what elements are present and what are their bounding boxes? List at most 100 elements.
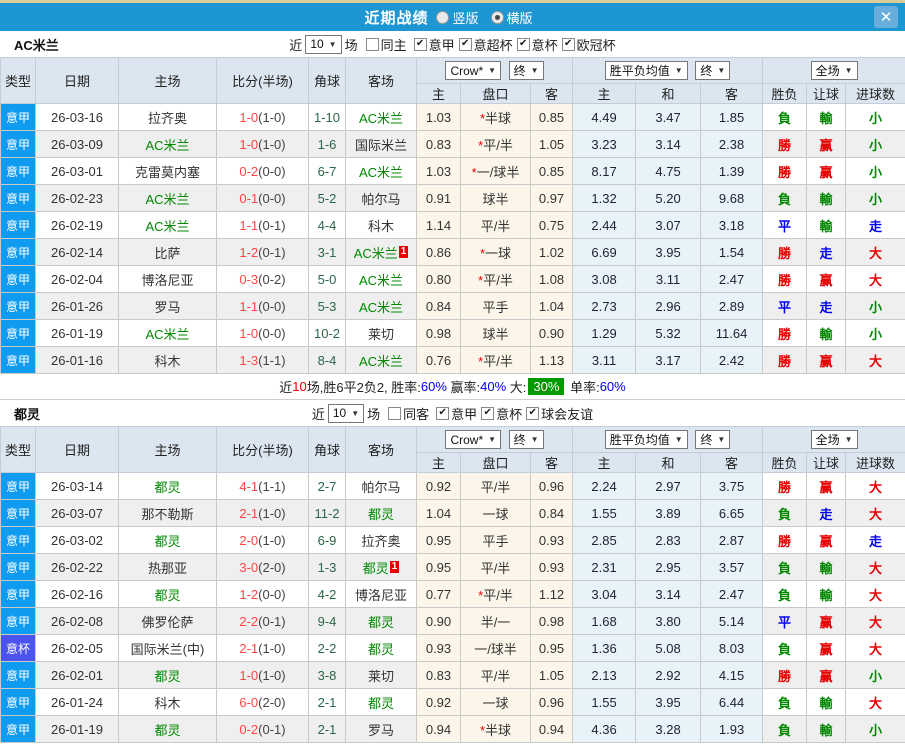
home-team-cell: 拉齐奥: [118, 103, 217, 131]
checkbox-icon[interactable]: [526, 406, 540, 420]
scope-select[interactable]: 全场 ▼: [810, 430, 858, 449]
col-goals: 进球数: [845, 452, 905, 473]
home-team-cell: AC米兰: [118, 130, 217, 158]
goals-result-cell: 大: [845, 265, 905, 293]
summary-part: 60%: [420, 379, 447, 394]
scope-select[interactable]: 全场 ▼: [810, 61, 858, 80]
col-result: 胜负: [762, 452, 808, 473]
away-team-cell: 拉齐奥: [345, 526, 417, 554]
avg-time-select[interactable]: 终 ▼: [695, 61, 731, 80]
avg-draw-cell: 4.75: [635, 157, 702, 185]
bookmaker-select[interactable]: Crow* ▼: [445, 430, 502, 450]
same-venue-checkbox[interactable]: 同主: [365, 35, 407, 54]
checkbox-icon[interactable]: [458, 37, 472, 51]
result-cell: 負: [762, 184, 808, 212]
home-team-cell: AC米兰: [118, 211, 217, 239]
home-odds-cell: 0.86: [416, 238, 461, 266]
checkbox-icon[interactable]: [481, 406, 495, 420]
competition-filter[interactable]: 意甲: [413, 35, 455, 54]
home-odds-cell: 0.80: [416, 265, 461, 293]
checkbox-icon[interactable]: [388, 406, 402, 420]
checkbox-icon[interactable]: [516, 37, 530, 51]
competition-filter[interactable]: 意超杯: [458, 35, 513, 54]
avg-type-select[interactable]: 胜平负均值 ▼: [604, 430, 688, 449]
bookmaker-value: Crow*: [450, 63, 484, 78]
competition-type-cell: 意甲: [0, 580, 36, 608]
home-odds-cell: 0.90: [416, 607, 461, 635]
avg-away-cell: 8.03: [700, 634, 764, 662]
competition-type-cell: 意甲: [0, 238, 36, 266]
team-label: 都灵: [367, 695, 394, 711]
fulltime-score: 6-0: [239, 694, 259, 710]
col-result: 胜负: [762, 83, 808, 104]
competition-filter[interactable]: 意杯: [481, 404, 522, 423]
chevron-down-icon: ▼: [844, 66, 853, 75]
away-team-cell: AC米兰: [345, 157, 417, 185]
date-cell: 26-03-09: [35, 130, 119, 158]
radio-checked-icon[interactable]: [490, 10, 504, 24]
avg-home-cell: 3.23: [572, 130, 637, 158]
chevron-down-icon: ▼: [844, 435, 853, 444]
score-cell: 0-3(0-2): [216, 265, 309, 293]
layout-option-vertical[interactable]: 竖版: [436, 8, 479, 27]
bookmaker-select[interactable]: Crow* ▼: [445, 61, 502, 81]
checkbox-icon[interactable]: [561, 37, 575, 51]
col-avg-away: 客: [700, 452, 764, 473]
chevron-down-icon: ▼: [674, 66, 683, 75]
avg-draw-cell: 5.08: [635, 634, 702, 662]
close-button[interactable]: ✕: [874, 6, 898, 28]
home-team-cell: AC米兰: [118, 319, 217, 347]
competition-filter[interactable]: 意甲: [436, 404, 477, 423]
team-label: 佛罗伦萨: [141, 614, 194, 630]
avg-home-cell: 1.55: [572, 499, 637, 527]
match-row: 意甲 26-03-02 都灵 2-0(1-0) 6-9 拉齐奥 0.95 平手 0.93 2.85…: [0, 526, 905, 554]
goals-result-cell: 大: [845, 553, 905, 581]
away-odds-cell: 1.05: [529, 661, 574, 689]
checkbox-icon[interactable]: [413, 37, 427, 51]
checkbox-icon[interactable]: [436, 406, 450, 420]
handicap-change-marker: *: [479, 722, 486, 738]
match-count-select[interactable]: 10 ▼: [305, 34, 342, 54]
same-venue-checkbox[interactable]: 同客: [388, 404, 429, 423]
away-team-cell: 罗马: [345, 715, 417, 743]
match-count-select[interactable]: 10 ▼: [327, 403, 365, 423]
competition-filter[interactable]: 球会友谊: [526, 404, 593, 423]
checkbox-icon[interactable]: [365, 37, 379, 51]
home-team-cell: 国际米兰(中): [118, 634, 217, 662]
avg-home-cell: 1.36: [572, 634, 637, 662]
fulltime-score: 1-1: [239, 217, 259, 233]
layout-option-horizontal[interactable]: 横版: [490, 8, 533, 27]
col-home: 主场: [118, 57, 217, 104]
avg-type-value: 胜平负均值: [609, 433, 670, 447]
handicap-change-marker: *: [478, 272, 484, 288]
summary-part: 60%: [599, 379, 626, 394]
competition-type-cell: 意杯: [0, 634, 36, 662]
avg-draw-cell: 3.47: [635, 103, 702, 131]
competition-filter[interactable]: 欧冠杯: [561, 35, 616, 54]
goals-result-cell: 小: [845, 184, 905, 212]
away-odds-cell: 0.85: [529, 103, 574, 131]
home-odds-cell: 0.95: [416, 526, 461, 554]
odds-time-select[interactable]: 终 ▼: [508, 60, 544, 80]
away-odds-cell: 0.97: [529, 184, 574, 212]
avg-time-select[interactable]: 终 ▼: [695, 430, 731, 449]
home-team-cell: 都灵: [118, 526, 217, 554]
competition-filter[interactable]: 意杯: [516, 35, 558, 54]
result-cell: 負: [762, 499, 808, 527]
handicap-cell: 半/一: [460, 607, 531, 635]
handicap-result-cell: 輸: [806, 184, 847, 212]
away-odds-cell: 1.08: [529, 265, 574, 293]
radio-icon[interactable]: [436, 10, 450, 24]
avg-draw-cell: 3.14: [635, 130, 702, 158]
home-team-cell: 比萨: [118, 238, 217, 266]
corner-cell: 11-2: [308, 499, 346, 527]
avg-type-select[interactable]: 胜平负均值 ▼: [604, 61, 688, 80]
handicap-cell: 平/半: [460, 661, 531, 689]
result-cell: 負: [762, 103, 808, 131]
goals-result-cell: 大: [845, 634, 905, 662]
avg-away-cell: 4.15: [700, 661, 764, 689]
odds-time-select[interactable]: 终 ▼: [508, 429, 544, 449]
handicap-cell: 一/球半: [460, 634, 531, 662]
odds-group-header: Crow* ▼ 终 ▼: [415, 426, 574, 453]
odds-group-header: Crow* ▼ 终 ▼: [415, 57, 574, 84]
